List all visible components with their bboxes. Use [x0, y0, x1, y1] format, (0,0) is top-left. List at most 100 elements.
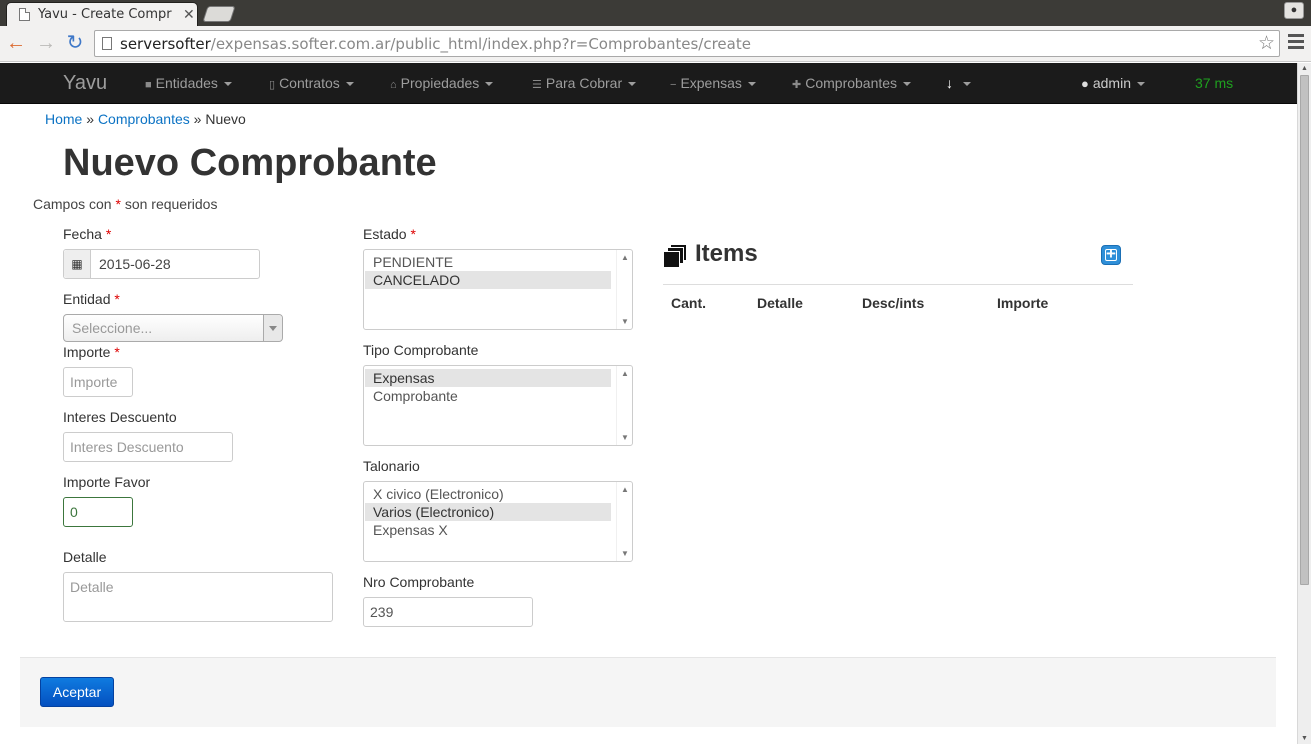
talonario-listbox[interactable]: X civico (Electronico) Varios (Electroni…	[363, 481, 633, 562]
chevron-down-icon[interactable]	[263, 315, 282, 341]
list-icon: ☰	[532, 79, 542, 91]
talonario-option-selected[interactable]: Varios (Electronico)	[365, 503, 611, 521]
reload-icon[interactable]: ↻	[64, 32, 86, 54]
response-timer: 37 ms	[1195, 75, 1234, 91]
estado-listbox[interactable]: PENDIENTE CANCELADO ▲ ▼	[363, 249, 633, 330]
scroll-down-icon[interactable]: ▼	[1301, 735, 1308, 742]
page-icon	[102, 37, 112, 50]
url-path: /expensas.softer.com.ar/public_html/inde…	[210, 35, 751, 53]
breadcrumb-separator: »	[86, 111, 95, 127]
nav-propiedades[interactable]: ⌂ Propiedades	[390, 75, 494, 91]
forward-arrow-icon[interactable]: →	[35, 32, 57, 54]
scroll-down-icon[interactable]: ▼	[621, 317, 629, 326]
scroll-down-icon[interactable]: ▼	[621, 549, 629, 558]
scroll-down-icon[interactable]: ▼	[621, 433, 629, 442]
nav-expensas[interactable]: − Expensas	[670, 75, 756, 91]
home-icon: ⌂	[390, 79, 397, 91]
caret-down-icon	[1137, 82, 1145, 87]
nro-comprobante-input[interactable]: 239	[363, 597, 533, 627]
file-icon: ▯	[269, 79, 276, 91]
plus-icon: ✚	[792, 79, 802, 91]
talonario-option[interactable]: Expensas X	[365, 521, 611, 539]
items-stack-icon	[663, 244, 688, 269]
scroll-up-icon[interactable]: ▲	[621, 253, 629, 262]
interes-descuento-label: Interes Descuento	[63, 409, 177, 425]
required-note-suffix: son requeridos	[124, 196, 218, 212]
nav-para-cobrar-label: Para Cobrar	[545, 75, 623, 91]
breadcrumb: Home » Comprobantes » Nuevo	[45, 111, 246, 127]
nav-contratos-label: Contratos	[279, 75, 340, 91]
importe-favor-input[interactable]: 0	[63, 497, 133, 527]
browser-toolbar: ← → ↻ serversofter/expensas.softer.com.a…	[0, 26, 1311, 62]
nav-entidades-label: Entidades	[155, 75, 218, 91]
new-tab-button[interactable]	[202, 6, 236, 22]
top-navbar: Yavu ■ Entidades ▯ Contratos ⌂ Propiedades …	[0, 63, 1297, 104]
entidad-select[interactable]: Seleccione...	[63, 314, 283, 342]
listbox-scrollbar[interactable]: ▲ ▼	[616, 366, 632, 445]
scrollbar-thumb[interactable]	[1300, 75, 1309, 585]
caret-down-icon	[903, 82, 912, 87]
aceptar-button[interactable]: Aceptar	[40, 677, 114, 707]
nav-download[interactable]: ↓	[946, 75, 971, 91]
tab-close-icon[interactable]: ✕	[183, 6, 195, 23]
back-arrow-icon[interactable]: ←	[5, 32, 27, 54]
plus-square-icon	[1105, 249, 1117, 261]
breadcrumb-home-link[interactable]: Home	[45, 111, 82, 127]
minus-icon: −	[670, 79, 677, 91]
nav-comprobantes-label: Comprobantes	[805, 75, 898, 91]
url-host: serversofter	[120, 35, 211, 53]
tipo-comprobante-label: Tipo Comprobante	[363, 342, 479, 358]
page-viewport: Yavu ■ Entidades ▯ Contratos ⌂ Propiedades …	[0, 63, 1297, 744]
bookmark-star-icon[interactable]: ☆	[1258, 32, 1275, 55]
estado-option[interactable]: PENDIENTE	[365, 253, 611, 271]
profile-icon[interactable]: ●	[1284, 2, 1304, 19]
add-item-button[interactable]	[1101, 244, 1121, 265]
nav-user-menu[interactable]: ● admin	[1081, 75, 1145, 91]
nav-entidades[interactable]: ■ Entidades	[145, 75, 232, 91]
url-text[interactable]: serversofter/expensas.softer.com.ar/publ…	[120, 35, 751, 53]
importe-label: Importe *	[63, 344, 120, 360]
address-bar[interactable]: serversofter/expensas.softer.com.ar/publ…	[94, 30, 1280, 57]
entidad-placeholder: Seleccione...	[72, 320, 153, 336]
breadcrumb-comprobantes-link[interactable]: Comprobantes	[98, 111, 190, 127]
nav-contratos[interactable]: ▯ Contratos	[269, 75, 354, 91]
page-scrollbar[interactable]: ▲ ▼	[1297, 63, 1311, 744]
nav-comprobantes[interactable]: ✚ Comprobantes	[792, 75, 912, 91]
caret-down-icon	[747, 82, 756, 87]
scroll-up-icon[interactable]: ▲	[1301, 65, 1308, 72]
scroll-up-icon[interactable]: ▲	[621, 485, 629, 494]
importe-favor-label: Importe Favor	[63, 474, 151, 490]
tab-title: Yavu - Create Compr	[38, 7, 172, 22]
tipo-option-selected[interactable]: Expensas	[365, 369, 611, 387]
talonario-option[interactable]: X civico (Electronico)	[365, 485, 611, 503]
browser-tab-strip: Yavu - Create Compr ✕ ●	[0, 0, 1311, 26]
estado-option-selected[interactable]: CANCELADO	[365, 271, 611, 289]
fecha-date-field[interactable]: ▦ 2015-06-28	[63, 249, 260, 279]
nav-para-cobrar[interactable]: ☰ Para Cobrar	[532, 75, 637, 91]
items-title: Items	[695, 240, 758, 267]
interes-descuento-input[interactable]: Interes Descuento	[63, 432, 233, 462]
detalle-textarea[interactable]: Detalle	[63, 572, 333, 622]
listbox-scrollbar[interactable]: ▲ ▼	[616, 482, 632, 561]
user-icon: ■	[145, 79, 152, 91]
required-note: Campos con * son requeridos	[33, 196, 217, 212]
browser-tab[interactable]: Yavu - Create Compr ✕	[6, 2, 198, 26]
tipo-comprobante-listbox[interactable]: Expensas Comprobante ▲ ▼	[363, 365, 633, 446]
importe-input[interactable]: Importe	[63, 367, 133, 397]
caret-down-icon	[223, 82, 232, 87]
caret-down-icon	[485, 82, 494, 87]
browser-menu-icon[interactable]	[1288, 34, 1304, 50]
nro-comprobante-label: Nro Comprobante	[363, 574, 475, 590]
brand[interactable]: Yavu	[63, 72, 107, 95]
listbox-scrollbar[interactable]: ▲ ▼	[616, 250, 632, 329]
nav-user-label: admin	[1092, 75, 1131, 91]
user-icon: ●	[1081, 76, 1089, 91]
nav-propiedades-label: Propiedades	[400, 75, 480, 91]
calendar-icon[interactable]: ▦	[64, 250, 91, 278]
fecha-value: 2015-06-28	[99, 256, 171, 272]
scroll-up-icon[interactable]: ▲	[621, 369, 629, 378]
caret-down-icon	[628, 82, 637, 87]
nav-expensas-label: Expensas	[680, 75, 742, 91]
tipo-option[interactable]: Comprobante	[365, 387, 611, 405]
fecha-label: Fecha *	[63, 226, 112, 242]
